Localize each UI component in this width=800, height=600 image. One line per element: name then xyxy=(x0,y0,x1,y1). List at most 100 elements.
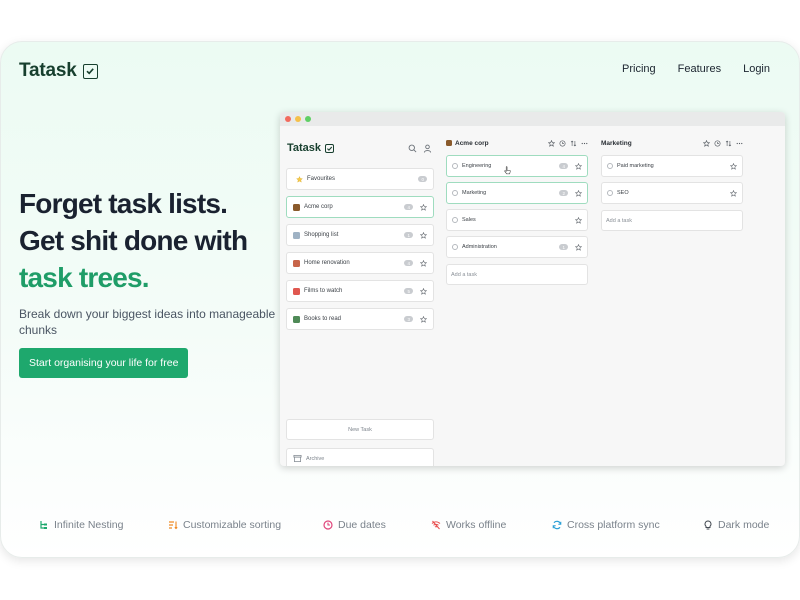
search-icon[interactable] xyxy=(408,144,417,153)
star-outline-icon[interactable] xyxy=(575,162,582,170)
feature-label: Due dates xyxy=(338,519,386,531)
task-checkbox[interactable] xyxy=(452,190,458,196)
count-badge: 1 xyxy=(559,244,568,250)
task-checkbox[interactable] xyxy=(607,163,613,169)
feature-works-offline: Works offline xyxy=(431,519,506,531)
task-item-marketing[interactable]: Marketing 2 xyxy=(446,182,588,204)
star-outline-icon[interactable] xyxy=(575,216,582,224)
house-icon xyxy=(293,259,300,267)
task-checkbox[interactable] xyxy=(607,190,613,196)
task-item-administration[interactable]: Administration 1 xyxy=(446,236,588,258)
sidebar-item-label: Home renovation xyxy=(304,260,350,266)
star-outline-icon[interactable] xyxy=(548,139,555,147)
task-label: Marketing xyxy=(462,190,487,196)
sidebar-item-label: Acme corp xyxy=(304,204,333,210)
more-icon[interactable] xyxy=(736,140,743,147)
close-dot-icon xyxy=(285,116,291,122)
star-outline-icon[interactable] xyxy=(420,203,427,211)
star-outline-icon[interactable] xyxy=(420,287,427,295)
star-outline-icon[interactable] xyxy=(703,139,710,147)
sidebar-tools xyxy=(408,144,432,153)
task-checkbox[interactable] xyxy=(452,217,458,223)
checkbox-logo-icon xyxy=(325,143,335,153)
sidebar-item-acme-corp[interactable]: Acme corp 4 xyxy=(286,196,434,218)
task-label: SEO xyxy=(617,190,629,196)
feature-due-dates: Due dates xyxy=(323,519,386,531)
column-header: Marketing xyxy=(601,137,743,149)
clock-icon[interactable] xyxy=(714,140,721,147)
app-brand-name: Tatask xyxy=(287,142,322,154)
column-tools xyxy=(703,139,743,147)
archive-button[interactable]: Archive xyxy=(286,448,434,466)
sort-icon xyxy=(169,521,178,530)
feature-dark-mode: Dark mode xyxy=(703,519,769,531)
sidebar-item-favourites[interactable]: Favourites 0 xyxy=(286,168,434,190)
nav-features[interactable]: Features xyxy=(678,63,721,75)
archive-icon xyxy=(293,454,302,463)
bulb-icon xyxy=(704,520,712,530)
star-outline-icon[interactable] xyxy=(575,189,582,197)
sidebar-item-films-to-watch[interactable]: Films to watch 5 xyxy=(286,280,434,302)
task-item-engineering[interactable]: Engineering 4 xyxy=(446,155,588,177)
briefcase-icon xyxy=(446,140,452,146)
sidebar-item-shopping-list[interactable]: Shopping list 1 xyxy=(286,224,434,246)
books-icon xyxy=(293,315,300,323)
top-nav: Pricing Features Login xyxy=(622,63,770,75)
sort-icon[interactable] xyxy=(725,140,732,147)
nav-login[interactable]: Login xyxy=(743,63,770,75)
feature-label: Cross platform sync xyxy=(567,519,660,531)
star-icon xyxy=(296,175,303,183)
clock-icon[interactable] xyxy=(559,140,566,147)
maximize-dot-icon xyxy=(305,116,311,122)
more-icon[interactable] xyxy=(581,140,588,147)
hero-title-line-2: Get shit done with xyxy=(19,225,248,256)
hero-title-line-1: Forget task lists. xyxy=(19,188,228,219)
feature-cross-platform-sync: Cross platform sync xyxy=(552,519,660,531)
clock-icon xyxy=(323,520,333,530)
star-outline-icon[interactable] xyxy=(575,243,582,251)
sidebar-item-label: Books to read xyxy=(304,316,342,322)
task-checkbox[interactable] xyxy=(452,244,458,250)
hero-subtitle: Break down your biggest ideas into manag… xyxy=(19,307,276,337)
start-free-button[interactable]: Start organising your life for free xyxy=(19,348,189,378)
wifi-off-icon xyxy=(431,520,441,530)
user-icon[interactable] xyxy=(423,144,432,153)
app-brand: Tatask xyxy=(287,142,335,154)
column-tools xyxy=(548,139,588,147)
popcorn-icon xyxy=(293,287,300,295)
new-task-button[interactable]: New Task xyxy=(286,419,434,440)
nav-pricing[interactable]: Pricing xyxy=(622,63,656,75)
app-preview-window: Tatask Favourites 0 Acme corp 4 Shopping… xyxy=(280,112,785,466)
column-title: Acme corp xyxy=(455,139,489,147)
task-checkbox[interactable] xyxy=(452,163,458,169)
feature-label: Customizable sorting xyxy=(183,519,282,531)
star-outline-icon[interactable] xyxy=(420,231,427,239)
brand-logo[interactable]: Tatask xyxy=(19,60,98,82)
count-badge: 0 xyxy=(418,176,427,182)
add-task-input[interactable]: Add a task xyxy=(601,210,743,231)
task-item-sales[interactable]: Sales xyxy=(446,209,588,231)
tree-icon xyxy=(40,521,47,529)
sync-icon xyxy=(552,520,562,530)
add-task-input[interactable]: Add a task xyxy=(446,264,588,285)
task-label: Sales xyxy=(462,217,476,223)
sidebar-item-label: Favourites xyxy=(307,176,336,182)
star-outline-icon[interactable] xyxy=(420,315,427,323)
star-outline-icon[interactable] xyxy=(730,162,737,170)
task-label: Administration xyxy=(462,244,497,250)
sort-icon[interactable] xyxy=(570,140,577,147)
star-outline-icon[interactable] xyxy=(730,189,737,197)
task-label: Paid marketing xyxy=(617,163,654,169)
sidebar-item-home-renovation[interactable]: Home renovation 4 xyxy=(286,252,434,274)
task-item-paid-marketing[interactable]: Paid marketing xyxy=(601,155,743,177)
window-titlebar xyxy=(280,112,785,126)
sidebar-item-label: Films to watch xyxy=(304,288,343,294)
count-badge: 2 xyxy=(559,190,568,196)
briefcase-icon xyxy=(293,203,300,211)
sidebar-item-books-to-read[interactable]: Books to read 3 xyxy=(286,308,434,330)
task-item-seo[interactable]: SEO xyxy=(601,182,743,204)
count-badge: 3 xyxy=(404,316,413,322)
star-outline-icon[interactable] xyxy=(420,259,427,267)
feature-infinite-nesting: Infinite Nesting xyxy=(39,519,123,531)
count-badge: 5 xyxy=(404,288,413,294)
